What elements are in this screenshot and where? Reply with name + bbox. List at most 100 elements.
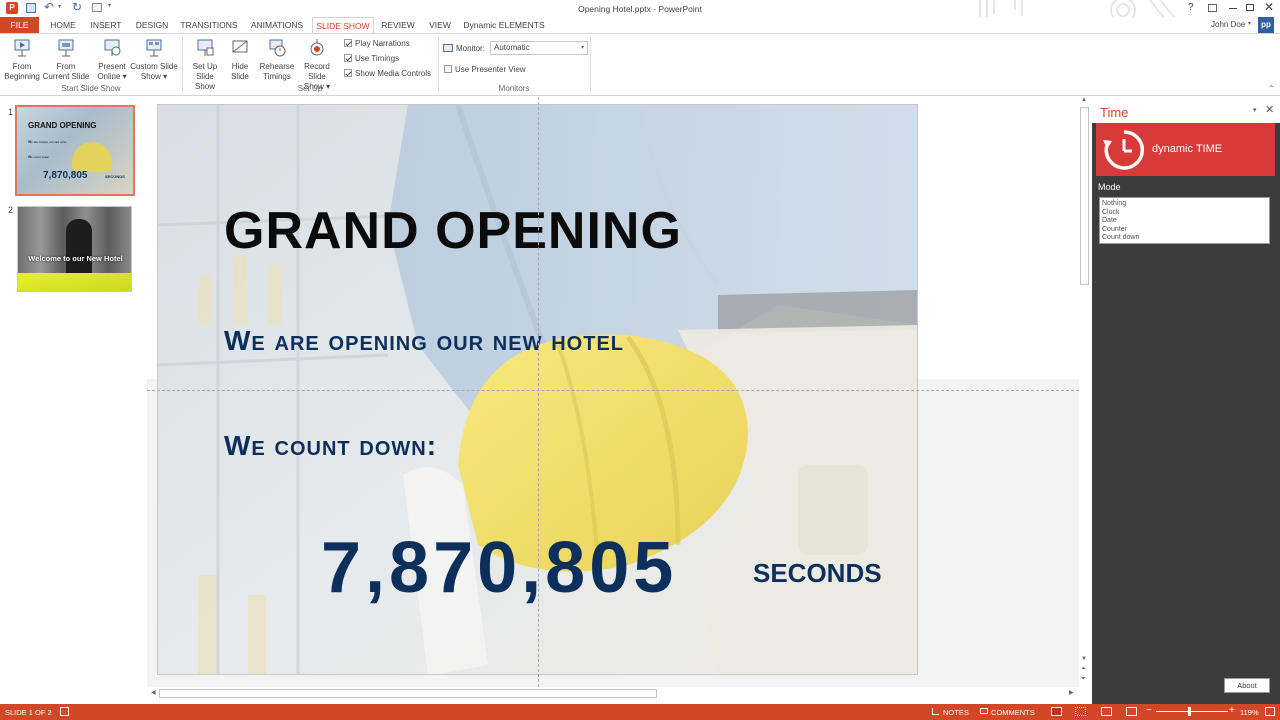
chevron-down-icon: ▾ [580,45,584,51]
group-label-set-up: Set Up [297,84,323,93]
group-label-start-slide-show: Start Slide Show [61,84,121,93]
from-current-slide-button[interactable]: From Current Slide [42,38,90,82]
mode-option-nothing[interactable]: Nothing [1102,200,1267,209]
from-beginning-label-1: From [12,62,32,71]
ribbon-tabs: FILE HOME INSERT DESIGN TRANSITIONS ANIM… [0,17,1280,34]
fit-slide-icon[interactable] [1265,707,1275,716]
play-narrations-checkbox[interactable]: Play Narrations [344,38,410,50]
slide-show-icon[interactable] [1126,707,1137,716]
reading-view-icon[interactable] [1101,707,1112,716]
status-bar: SLIDE 1 OF 2 NOTES COMMENTS − + 119% [0,704,1280,720]
tab-insert[interactable]: INSERT [88,17,124,33]
restore-icon[interactable] [1246,4,1254,11]
tab-design[interactable]: DESIGN [133,17,171,33]
normal-view-icon[interactable] [1051,707,1062,716]
tab-file[interactable]: FILE [0,17,39,33]
countdown-unit[interactable]: SECONDS [753,558,882,589]
horizontal-scroll-thumb[interactable] [159,689,657,698]
tab-transitions[interactable]: TRANSITIONS [179,17,239,33]
user-name[interactable]: John Doe [1211,20,1245,29]
zoom-in-icon[interactable]: + [1229,705,1235,716]
zoom-out-icon[interactable]: − [1146,705,1152,716]
countdown-value[interactable]: 7,870,805 [321,527,677,609]
comments-icon [980,708,988,714]
projector-screen-icon [14,39,30,57]
ribbon: From Beginning From Current Slide Presen… [0,33,1280,96]
show-media-controls-checkbox[interactable]: Show Media Controls [344,68,431,80]
slide-counter[interactable]: SLIDE 1 OF 2 [5,708,52,717]
dynamic-time-banner: dynamic TIME [1096,123,1275,176]
horizontal-scrollbar[interactable]: ◀ ▶ [147,688,1079,700]
use-timings-checkbox[interactable]: Use Timings [344,53,399,65]
tab-view[interactable]: VIEW [425,17,455,33]
slide-countdown-label[interactable]: We count down: [224,430,437,462]
task-pane-options-icon[interactable]: ▾ [1253,106,1257,114]
hide-slide-button[interactable]: Hide Slide [226,38,254,82]
task-pane-close-icon[interactable]: ✕ [1265,103,1274,116]
thumbnail-number: 2 [8,205,14,215]
mode-option-clock[interactable]: Clock [1102,209,1267,218]
globe-screen-icon [104,39,121,56]
vertical-guide[interactable] [538,97,539,687]
from-beginning-label-2: Beginning [4,72,40,81]
tab-review[interactable]: REVIEW [380,17,416,33]
notes-button[interactable]: NOTES [943,708,969,717]
mode-option-date[interactable]: Date [1102,217,1267,226]
record-label-1: Record Slide [304,62,330,81]
vertical-scrollbar[interactable]: ▲ ▼ ⏶ ⏷ [1079,97,1091,687]
show-media-controls-label: Show Media Controls [355,69,432,78]
slide-sorter-icon[interactable] [1075,707,1086,716]
minimize-icon[interactable] [1229,8,1237,9]
use-presenter-view-checkbox[interactable]: Use Presenter View [444,64,526,76]
user-avatar[interactable]: pp [1258,17,1274,33]
scroll-down-icon[interactable]: ▼ [1081,656,1087,662]
custom-slide-show-button[interactable]: Custom Slide Show ▾ [128,38,180,82]
slide-subtitle[interactable]: We are opening our new hotel [224,325,624,357]
slide-thumbnail-1[interactable]: GRAND OPENING We are opening our new hot… [17,107,133,194]
zoom-level[interactable]: 119% [1240,708,1259,717]
about-button[interactable]: About [1224,678,1270,693]
close-icon[interactable]: ✕ [1264,0,1274,14]
rehearse-timings-button[interactable]: Rehearse Timings [258,38,296,82]
from-beginning-button[interactable]: From Beginning [2,38,42,82]
slide-title[interactable]: GRAND OPENING [224,201,682,261]
spelling-icon[interactable] [60,707,69,716]
scroll-right-icon[interactable]: ▶ [1069,689,1074,696]
thumbnail-line1: We are opening our new hotel [28,140,67,144]
comments-button[interactable]: COMMENTS [991,708,1035,717]
thumbnail-unit: SECONDS [105,174,125,179]
group-separator [590,37,591,93]
monitor-select[interactable]: Automatic ▾ [490,41,588,55]
tab-home[interactable]: HOME [45,17,81,33]
help-icon[interactable]: ? [1188,2,1194,13]
tab-animations[interactable]: ANIMATIONS [247,17,307,33]
zoom-slider-track[interactable] [1156,711,1228,712]
checkbox-checked-icon [344,54,352,62]
mode-listbox[interactable]: Nothing Clock Date Counter Count down [1099,197,1270,244]
scroll-up-icon[interactable]: ▲ [1081,97,1087,103]
tab-dynamic-elements[interactable]: Dynamic ELEMENTS [462,17,546,33]
ribbon-display-options-icon[interactable] [1208,4,1217,12]
scroll-thumb[interactable] [1080,107,1089,285]
thumbnail-title: GRAND OPENING [28,121,97,130]
previous-slide-icon[interactable]: ⏶ [1081,666,1086,673]
dynamic-time-brand: dynamic TIME [1152,143,1223,155]
mode-option-count-down[interactable]: Count down [1102,234,1267,243]
next-slide-icon[interactable]: ⏷ [1081,676,1086,683]
present-online-label-2: Online ▾ [97,72,127,81]
collapse-ribbon-icon[interactable]: ⌃ [1268,84,1275,93]
record-icon [310,39,324,56]
tab-slide-show[interactable]: SLIDE SHOW [312,17,374,34]
hide-slide-label-1: Hide [231,62,249,71]
hide-slide-label-2: Slide [231,72,249,81]
horizontal-guide[interactable] [147,390,1079,391]
present-online-button[interactable]: Present Online ▾ [93,38,131,82]
businessman-thumbnail-art [66,219,92,275]
slide-thumbnail-2[interactable]: Welcome to our New Hotel [17,206,132,292]
scroll-left-icon[interactable]: ◀ [151,689,156,696]
zoom-slider-thumb[interactable] [1188,707,1191,716]
mode-option-counter[interactable]: Counter [1102,226,1267,235]
task-pane-title: Time [1100,105,1129,120]
user-dropdown-icon[interactable]: ▾ [1248,20,1251,27]
checkbox-checked-icon [344,39,352,47]
